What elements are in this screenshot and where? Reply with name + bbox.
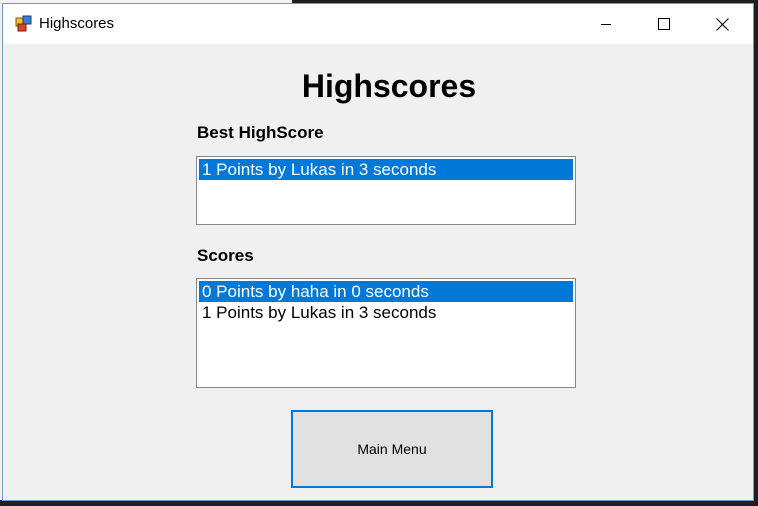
- minimize-button[interactable]: [577, 4, 635, 44]
- close-icon: [715, 17, 729, 31]
- highscores-window: Highscores Highscores Best HighScore 1 P…: [2, 3, 754, 501]
- app-window-icon: [15, 15, 32, 32]
- window-title: Highscores: [39, 15, 115, 32]
- scores-listbox[interactable]: 0 Points by haha in 0 seconds 1 Points by…: [196, 278, 576, 388]
- list-item[interactable]: 1 Points by Lukas in 3 seconds: [199, 159, 573, 180]
- best-highscore-listbox[interactable]: 1 Points by Lukas in 3 seconds: [196, 156, 576, 225]
- scores-label: Scores: [197, 246, 254, 265]
- maximize-icon: [658, 18, 670, 30]
- best-highscore-label: Best HighScore: [197, 123, 324, 142]
- list-item[interactable]: 1 Points by Lukas in 3 seconds: [199, 302, 573, 323]
- main-menu-button[interactable]: Main Menu: [291, 410, 493, 488]
- minimize-icon: [601, 24, 611, 25]
- close-button[interactable]: [693, 4, 751, 44]
- maximize-button[interactable]: [635, 4, 693, 44]
- title-bar[interactable]: Highscores: [3, 4, 753, 44]
- page-title: Highscores: [301, 68, 477, 104]
- list-item[interactable]: 0 Points by haha in 0 seconds: [199, 281, 573, 302]
